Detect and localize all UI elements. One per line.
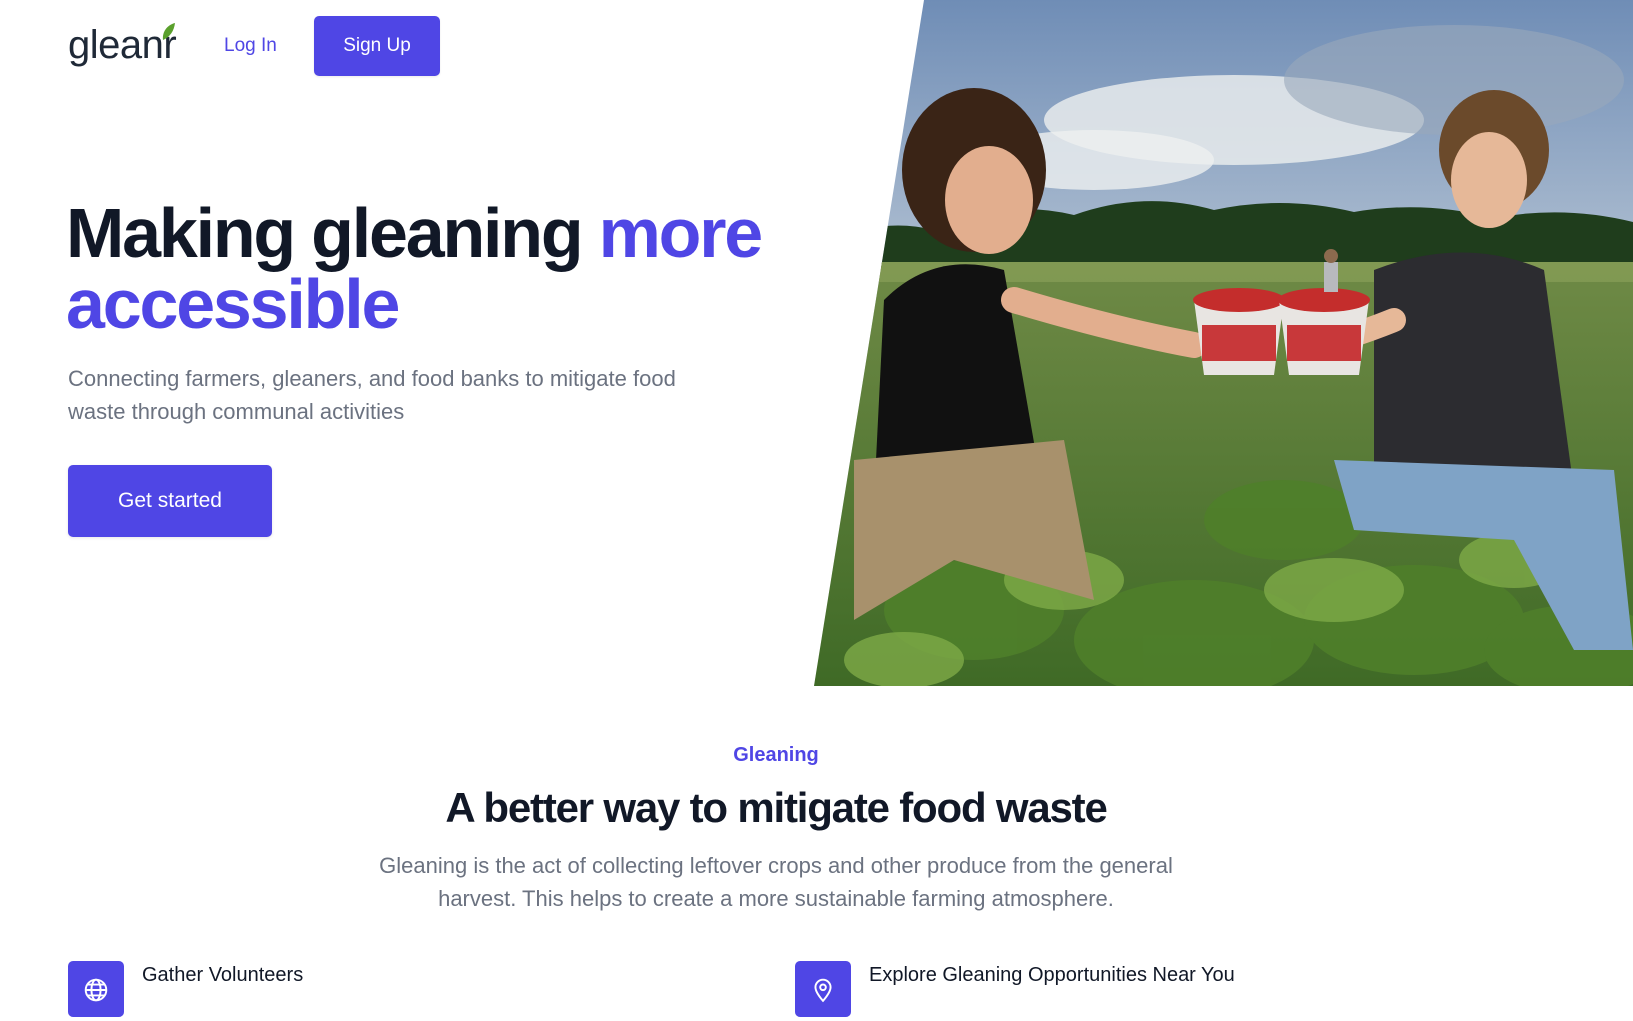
login-link[interactable]: Log In xyxy=(224,34,277,58)
leaf-icon xyxy=(162,23,175,40)
feature-title: Gather Volunteers xyxy=(142,964,304,986)
section-title: A better way to mitigate food waste xyxy=(445,784,1107,831)
section-description: Gleaning is the act of collecting leftov… xyxy=(379,853,1173,911)
signup-button[interactable]: Sign Up xyxy=(314,16,440,76)
hero-photo xyxy=(814,0,1633,686)
feature-icon-box xyxy=(795,961,851,1017)
map-pin-icon xyxy=(814,978,832,1003)
globe-icon xyxy=(84,978,108,1002)
feature-title: Explore Gleaning Opportunities Near You xyxy=(869,964,1235,986)
hero-title-main: Making gleaning xyxy=(66,194,599,272)
hero-title: Making gleaning more accessible xyxy=(66,198,826,340)
feature-icon-box xyxy=(68,961,124,1017)
gleaning-photo-illustration xyxy=(814,0,1633,686)
section-eyebrow: Gleaning xyxy=(733,744,819,766)
get-started-button[interactable]: Get started xyxy=(68,465,272,537)
hero-subtitle: Connecting farmers, gleaners, and food b… xyxy=(68,366,676,424)
